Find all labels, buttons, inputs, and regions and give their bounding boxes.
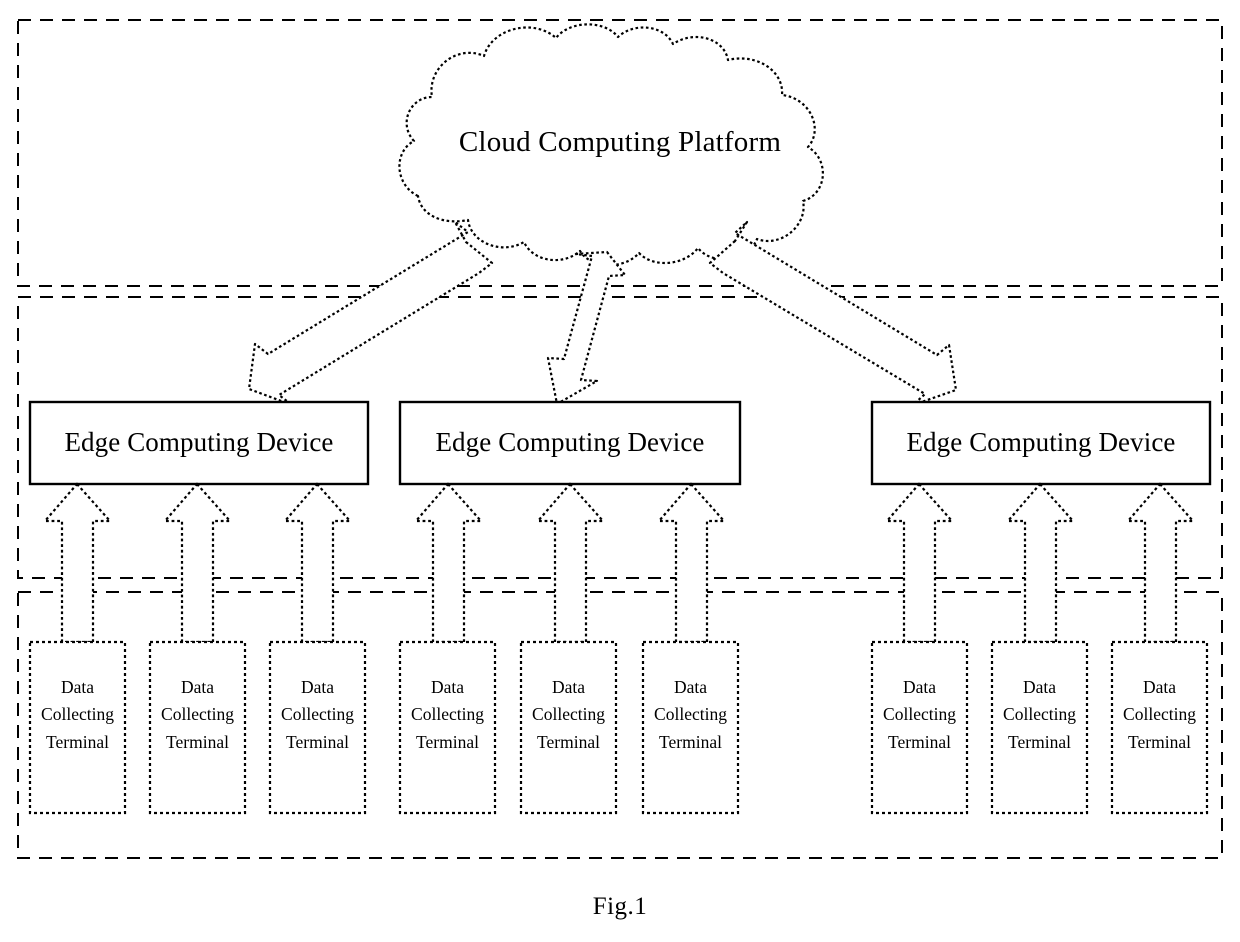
edge-device-box-2[interactable]	[398, 400, 742, 486]
terminal-box-6[interactable]	[641, 640, 740, 815]
cloud-to-edge-arrow-left	[247, 220, 494, 407]
terminal-to-edge-arrow-7	[884, 482, 955, 644]
terminal-to-edge-arrow-2	[162, 482, 233, 644]
terminal-to-edge-arrow-8	[1005, 482, 1076, 644]
terminal-box-8[interactable]	[990, 640, 1089, 815]
diagram-svg	[17, 19, 1223, 859]
edge-device-box-3[interactable]	[870, 400, 1212, 486]
terminal-to-edge-arrow-3	[282, 482, 353, 644]
terminal-box-3[interactable]	[268, 640, 367, 815]
terminal-box-2[interactable]	[148, 640, 247, 815]
terminal-to-edge-arrow-1	[42, 482, 113, 644]
terminal-box-1[interactable]	[28, 640, 127, 815]
cloud-to-edge-arrow-right	[708, 220, 958, 407]
terminal-to-edge-arrow-9	[1125, 482, 1196, 644]
terminal-box-9[interactable]	[1110, 640, 1209, 815]
cloud-to-edge-arrow-middle	[546, 250, 627, 406]
terminal-box-5[interactable]	[519, 640, 618, 815]
edge-device-box-1[interactable]	[28, 400, 370, 486]
terminal-to-edge-arrow-5	[535, 482, 606, 644]
figure-caption: Fig.1	[592, 893, 648, 920]
terminal-to-edge-arrow-6	[656, 482, 727, 644]
terminal-box-7[interactable]	[870, 640, 969, 815]
figure-canvas: Cloud Computing Platform Edge Computing …	[0, 0, 1240, 942]
terminal-box-4[interactable]	[398, 640, 497, 815]
terminal-to-edge-arrow-4	[413, 482, 484, 644]
